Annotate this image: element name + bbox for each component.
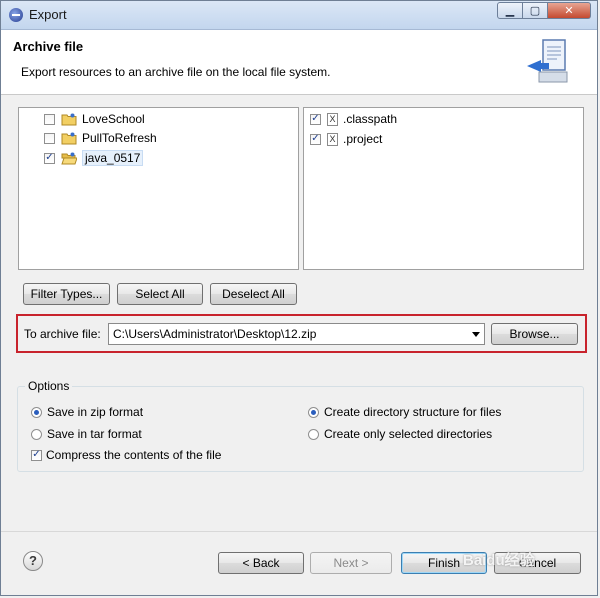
tree-item[interactable]: ✓ java_0517 — [44, 149, 144, 167]
finish-button[interactable]: Finish — [401, 552, 487, 574]
save-zip-option[interactable]: Save in zip format — [31, 405, 143, 419]
maximize-icon: ▢ — [529, 5, 541, 17]
maximize-button[interactable]: ▢ — [523, 2, 548, 19]
file-item-label: .project — [343, 132, 383, 146]
option-label: Create directory structure for files — [324, 405, 502, 419]
tree-item-checkbox[interactable]: ✓ — [44, 152, 55, 164]
file-list[interactable]: ✓ X .classpath ✓ X .project — [303, 107, 584, 270]
radio-button[interactable] — [308, 428, 319, 440]
folder-open-icon — [61, 152, 77, 164]
next-button[interactable]: Next > — [310, 552, 392, 574]
xml-file-icon: X — [327, 132, 338, 146]
window-title: Export — [29, 7, 67, 22]
tree-item-label: PullToRefresh — [82, 131, 157, 145]
help-icon[interactable]: ? — [23, 551, 43, 571]
file-item-checkbox[interactable]: ✓ — [310, 133, 321, 145]
tree-item-label: java_0517 — [82, 150, 144, 166]
archive-file-label: To archive file: — [24, 327, 101, 341]
close-button[interactable]: ✕ — [548, 2, 591, 19]
option-label: Create only selected directories — [324, 427, 493, 441]
option-label: Compress the contents of the file — [46, 448, 222, 462]
title-bar[interactable]: Export ▁ ▢ ✕ — [1, 1, 597, 30]
directory-structure-option[interactable]: Create directory structure for files — [308, 405, 501, 419]
export-dialog: Export ▁ ▢ ✕ Archive file Export resourc… — [0, 0, 598, 596]
close-icon: ✕ — [564, 5, 574, 17]
folder-icon — [61, 113, 77, 125]
back-button[interactable]: < Back — [218, 552, 304, 574]
browse-button[interactable]: Browse... — [491, 323, 578, 345]
cancel-button[interactable]: Cancel — [494, 552, 581, 574]
save-tar-option[interactable]: Save in tar format — [31, 427, 142, 441]
xml-file-icon: X — [327, 112, 338, 126]
options-group-title: Options — [25, 379, 73, 393]
page-description: Export resources to an archive file on t… — [21, 65, 331, 79]
radio-button[interactable] — [308, 406, 319, 418]
list-item[interactable]: ✓ X .classpath — [310, 110, 397, 128]
checkbox[interactable]: ✓ — [31, 449, 42, 461]
option-label: Save in zip format — [47, 405, 144, 419]
option-label: Save in tar format — [47, 427, 142, 441]
file-item-label: .classpath — [343, 112, 398, 126]
wizard-header: Archive file Export resources to an arch… — [1, 30, 597, 95]
select-all-button[interactable]: Select All — [117, 283, 203, 305]
dropdown-arrow-icon[interactable] — [472, 332, 480, 337]
archive-file-combo[interactable]: C:\Users\Administrator\Desktop\12.zip — [108, 323, 485, 345]
radio-button[interactable] — [31, 428, 42, 440]
selected-directories-option[interactable]: Create only selected directories — [308, 427, 492, 441]
tree-item-checkbox[interactable] — [44, 113, 55, 125]
file-item-checkbox[interactable]: ✓ — [310, 113, 321, 125]
tree-item-label: LoveSchool — [82, 112, 145, 126]
filter-types-button[interactable]: Filter Types... — [23, 283, 110, 305]
archive-path-value: C:\Users\Administrator\Desktop\12.zip — [113, 327, 317, 341]
footer-divider — [1, 531, 597, 532]
minimize-icon: ▁ — [505, 5, 515, 17]
deselect-all-button[interactable]: Deselect All — [210, 283, 297, 305]
minimize-button[interactable]: ▁ — [497, 2, 523, 19]
window-controls: ▁ ▢ ✕ — [497, 2, 591, 19]
folder-icon — [61, 132, 77, 144]
eclipse-app-icon — [9, 8, 23, 22]
list-item[interactable]: ✓ X .project — [310, 130, 382, 148]
project-tree[interactable]: LoveSchool PullToRefresh ✓ java_0517 — [18, 107, 299, 270]
tree-item[interactable]: LoveSchool — [44, 110, 145, 128]
tree-item[interactable]: PullToRefresh — [44, 129, 157, 147]
page-title: Archive file — [13, 39, 84, 54]
tree-item-checkbox[interactable] — [44, 132, 55, 144]
compress-option[interactable]: ✓ Compress the contents of the file — [31, 448, 221, 462]
export-wizard-icon — [527, 39, 568, 83]
radio-button[interactable] — [31, 406, 42, 418]
